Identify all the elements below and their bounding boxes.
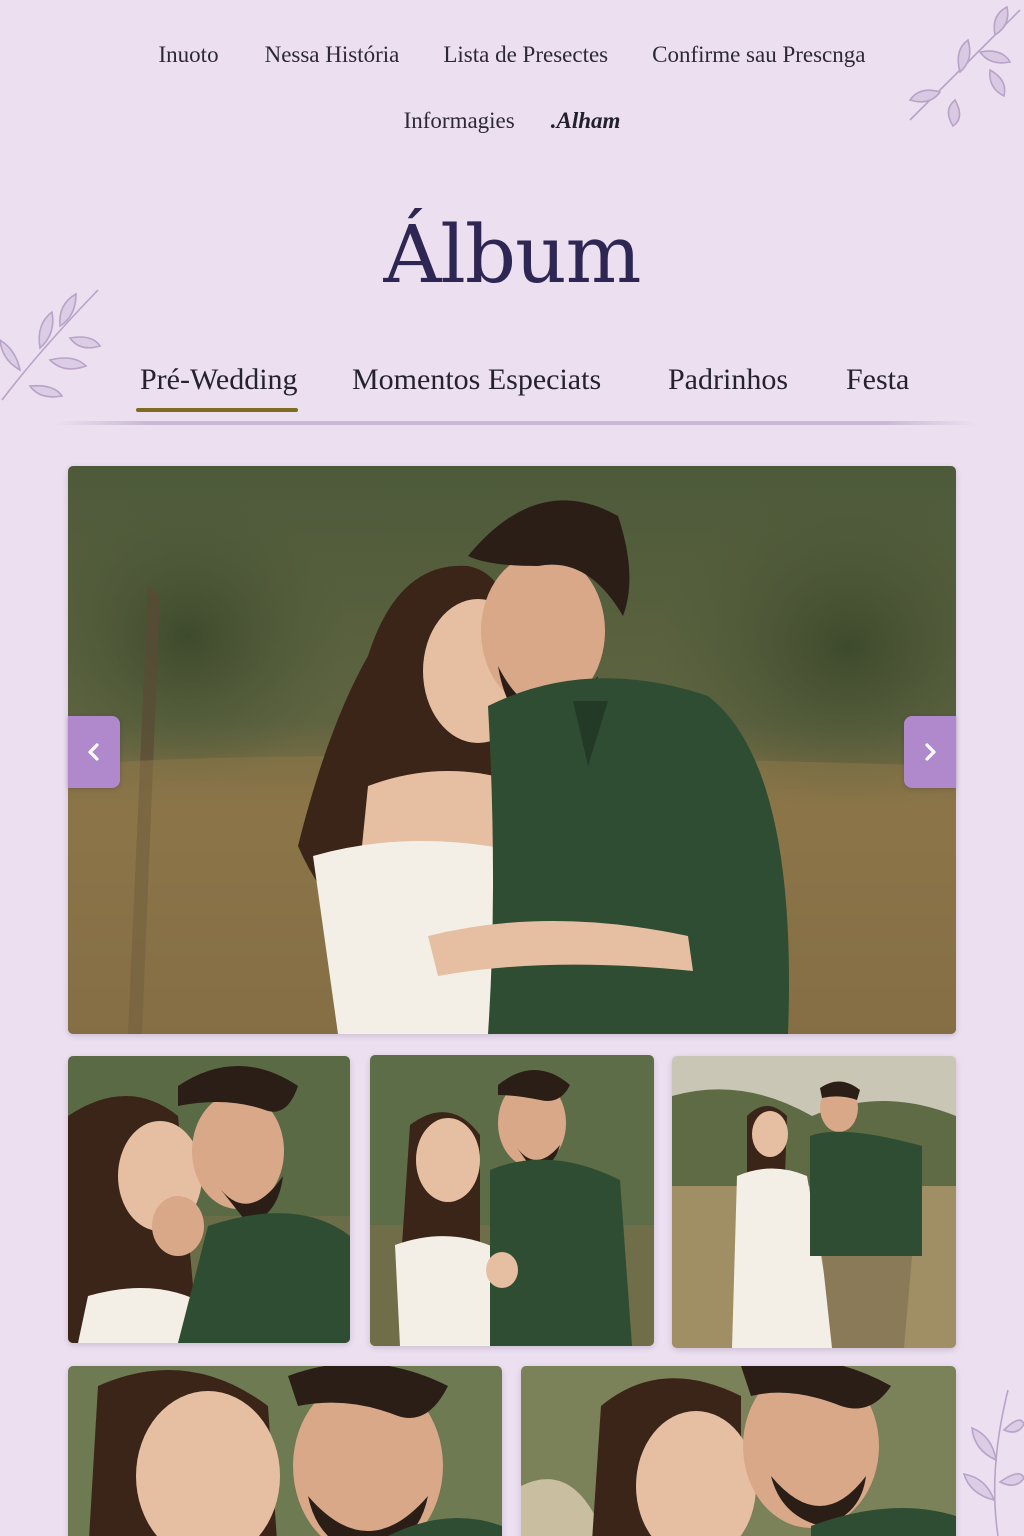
tab-pre-wedding[interactable]: Pré-Wedding bbox=[136, 358, 298, 412]
tab-padrinhos[interactable]: Padrinhos bbox=[668, 358, 788, 412]
carousel-next-button[interactable] bbox=[904, 716, 956, 788]
nav-link-album[interactable]: .Alham bbox=[551, 108, 621, 134]
nav-link-lista-de-presentes[interactable]: Lista de Presectes bbox=[443, 42, 608, 68]
nav-row-primary: Inuoto Nessa História Lista de Presectes… bbox=[0, 42, 1024, 68]
tabs-divider bbox=[56, 421, 976, 425]
nav-link-nossa-historia[interactable]: Nessa História bbox=[265, 42, 400, 68]
nav-link-confirme-presenca[interactable]: Confirme sau Prescnga bbox=[652, 42, 865, 68]
carousel-main-photo[interactable] bbox=[68, 466, 956, 1034]
carousel-prev-button[interactable] bbox=[68, 716, 120, 788]
chevron-left-icon bbox=[88, 743, 99, 761]
page-title: Álbum bbox=[383, 208, 642, 301]
nav-link-informacoes[interactable]: Informagies bbox=[404, 108, 515, 134]
gallery-photo[interactable] bbox=[68, 1056, 350, 1343]
gallery-photo[interactable] bbox=[370, 1055, 654, 1346]
tab-momentos-especiais[interactable]: Momentos Especiats bbox=[352, 358, 601, 412]
leaf-decoration-bottom-right bbox=[958, 1390, 1024, 1536]
tab-festa[interactable]: Festa bbox=[846, 358, 909, 412]
chevron-right-icon bbox=[925, 743, 936, 761]
nav-link-inicio[interactable]: Inuoto bbox=[159, 42, 219, 68]
gallery-photo[interactable] bbox=[672, 1056, 956, 1348]
album-tabs: Pré-Wedding Momentos Especiats Padrinhos… bbox=[0, 358, 1024, 418]
main-nav: Inuoto Nessa História Lista de Presectes… bbox=[0, 0, 1024, 170]
gallery-photo[interactable] bbox=[521, 1366, 956, 1536]
gallery-photo[interactable] bbox=[68, 1366, 502, 1536]
nav-row-secondary: Informagies .Alham bbox=[0, 108, 1024, 134]
